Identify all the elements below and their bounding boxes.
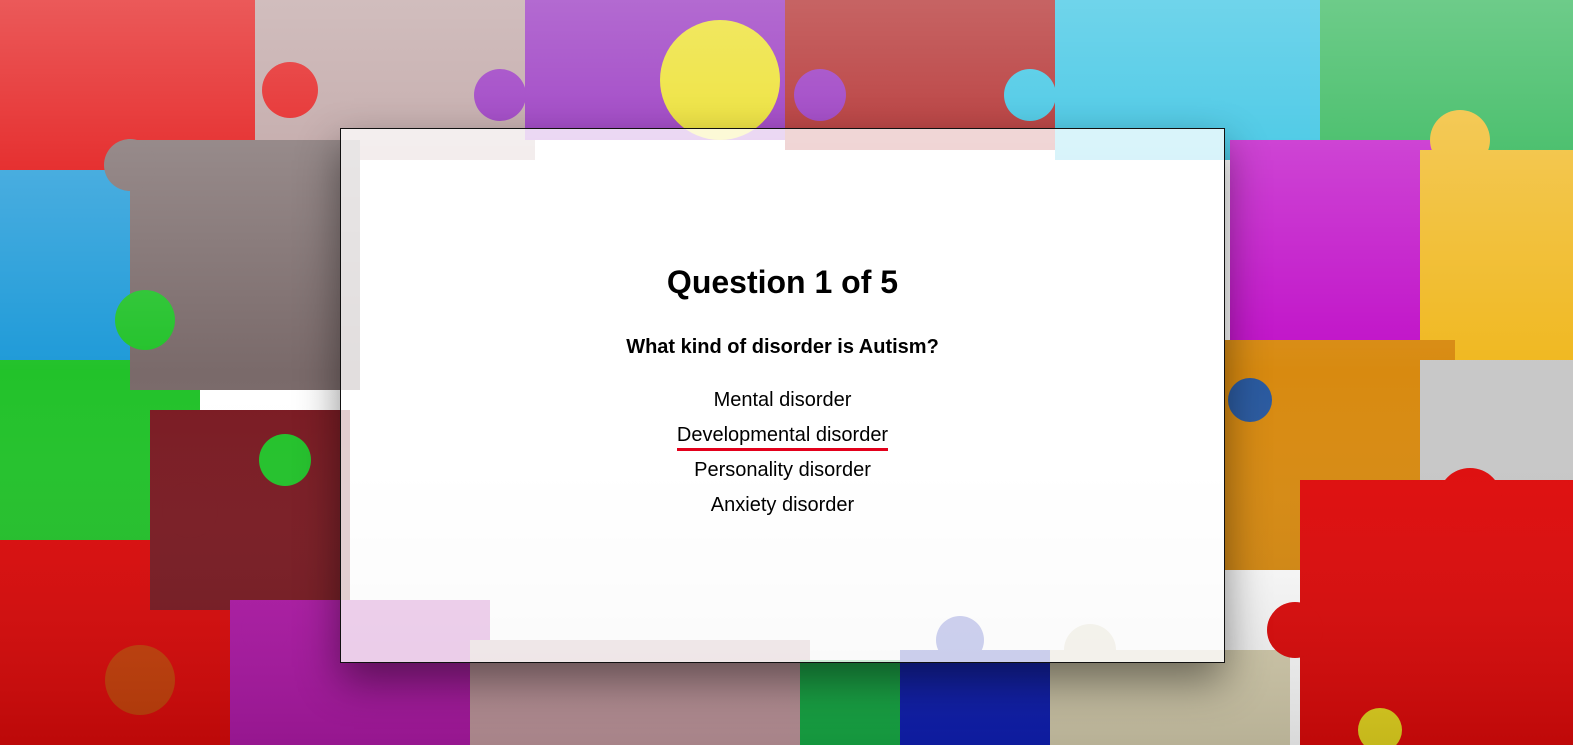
quiz-content: Question 1 of 5 What kind of disorder is… (341, 262, 1224, 527)
answer-item: Anxiety disorder (341, 492, 1224, 527)
answer-list: Mental disorder Developmental disorder P… (341, 387, 1224, 527)
answer-item: Mental disorder (341, 387, 1224, 422)
question-counter: Question 1 of 5 (666, 264, 899, 300)
answer-item: Personality disorder (341, 457, 1224, 492)
question-text: What kind of disorder is Autism? (626, 336, 939, 358)
quiz-card: Question 1 of 5 What kind of disorder is… (340, 128, 1225, 663)
answer-option-mental-disorder[interactable]: Mental disorder (714, 387, 852, 414)
answer-item: Developmental disorder (341, 422, 1224, 457)
answer-option-developmental-disorder[interactable]: Developmental disorder (676, 422, 889, 451)
answer-option-anxiety-disorder[interactable]: Anxiety disorder (711, 492, 854, 519)
answer-option-personality-disorder[interactable]: Personality disorder (694, 457, 871, 484)
